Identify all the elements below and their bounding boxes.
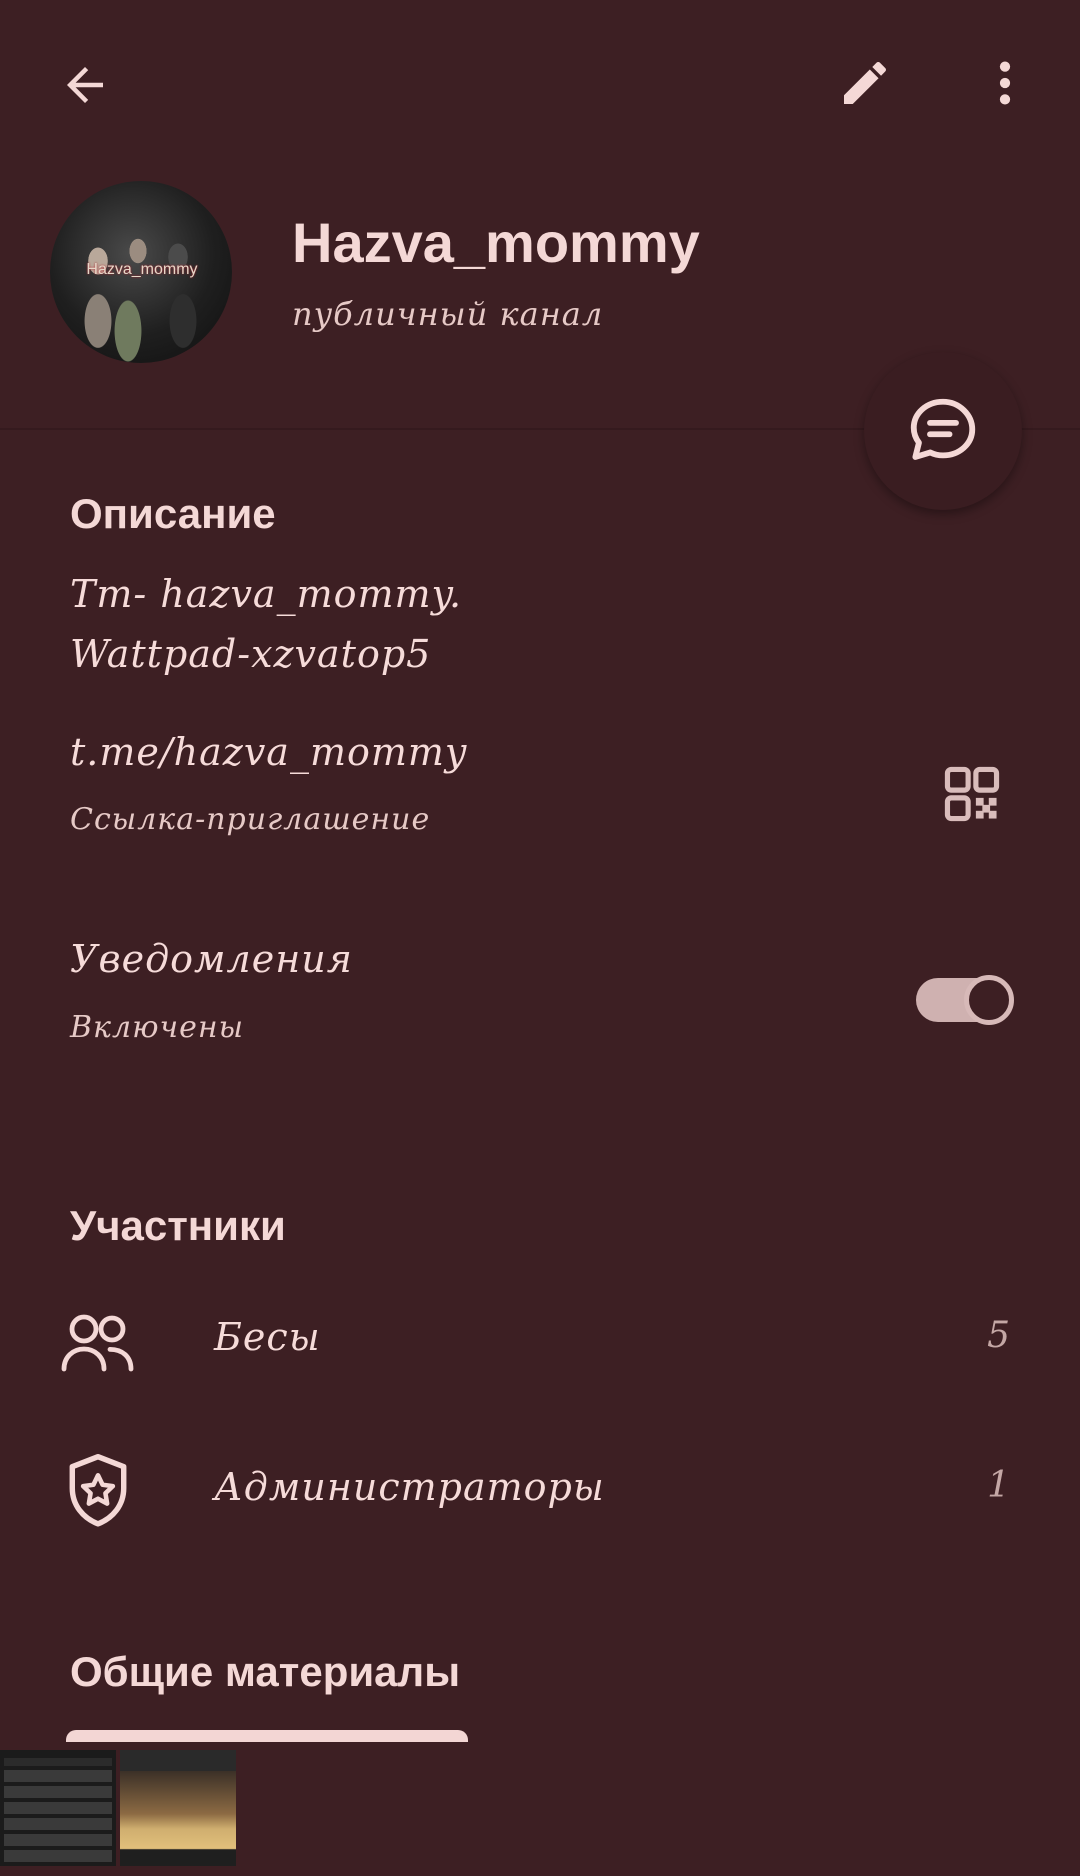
invite-link-row[interactable]: t.me/hazva_mommy Ссылка-приглашение (0, 720, 1080, 850)
administrators-count: 1 (987, 1465, 1010, 1506)
edit-button[interactable] (820, 38, 910, 128)
channel-avatar[interactable]: Hazva_mommy (50, 181, 232, 363)
administrators-row[interactable]: Администраторы 1 (0, 1435, 1080, 1565)
invite-link-label: Ссылка-приглашение (70, 802, 431, 837)
invite-link-url: t.me/hazva_mommy (70, 730, 468, 774)
qr-code-button[interactable] (930, 752, 1014, 836)
chat-icon (910, 398, 976, 460)
notifications-status: Включены (70, 1010, 245, 1045)
pencil-icon (844, 61, 887, 104)
people-icon (60, 1305, 136, 1381)
discussion-button[interactable] (864, 352, 1022, 510)
notifications-toggle[interactable] (914, 970, 1020, 1030)
channel-title: Hazva_mommy (292, 211, 700, 274)
more-options-button[interactable] (960, 38, 1050, 128)
members-row[interactable]: Бесы 5 (0, 1285, 1080, 1415)
administrators-label: Администраторы (214, 1465, 605, 1509)
back-button[interactable] (40, 40, 130, 130)
description-heading: Описание (70, 490, 276, 537)
shared-media-thumbnail[interactable] (120, 1750, 236, 1866)
channel-subtitle: публичный канал (292, 295, 604, 333)
qr-code-icon (944, 766, 1000, 822)
description-line-2: Wattpad-xzvatop5 (70, 632, 432, 676)
participants-heading: Участники (70, 1202, 286, 1249)
shared-media-heading: Общие материалы (70, 1648, 461, 1695)
shared-media-thumbnail[interactable] (0, 1750, 116, 1866)
avatar-text: Hazva_mommy (86, 261, 198, 278)
avatar-photo (68, 221, 214, 363)
members-label: Бесы (214, 1315, 321, 1359)
members-count: 5 (987, 1315, 1010, 1356)
shield-star-icon (60, 1449, 136, 1533)
arrow-left-icon (67, 67, 103, 103)
toggle-thumb (964, 975, 1014, 1025)
shared-tab-indicator (66, 1730, 468, 1742)
description-line-1: Тт- hazva_mommy. (70, 572, 463, 616)
more-vertical-icon (999, 61, 1011, 105)
notifications-title: Уведомления (70, 937, 353, 981)
